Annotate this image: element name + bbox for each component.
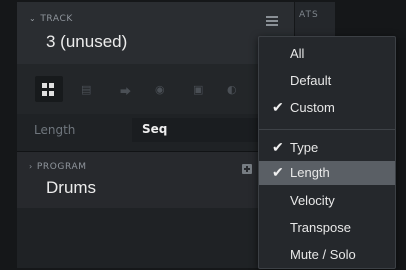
- add-icon[interactable]: [242, 164, 252, 174]
- view-toolbar: ▤ ⮕ ◉ ▣ ◐: [17, 64, 294, 114]
- program-section-text: PROGRAM: [36, 162, 87, 172]
- length-field[interactable]: Seq: [132, 118, 278, 142]
- menu-item-length[interactable]: ✔ Length: [259, 161, 395, 185]
- checkmark-icon: ✔: [272, 164, 284, 180]
- length-value: Seq: [142, 122, 168, 136]
- track-section-text: TRACK: [40, 14, 73, 24]
- list-menu-icon[interactable]: [266, 16, 278, 28]
- chevron-right-icon[interactable]: ›: [29, 162, 33, 171]
- menu-item-label: Mute / Solo: [290, 247, 356, 262]
- menu-item-mute-solo[interactable]: Mute / Solo: [259, 243, 395, 267]
- view-filter-menu: All Default ✔ Custom ✔ Type ✔ Length Vel…: [258, 36, 396, 269]
- menu-item-label: Custom: [290, 100, 335, 115]
- program-header[interactable]: › PROGRAM Drums: [17, 152, 294, 208]
- piano-roll-icon[interactable]: ▤: [81, 83, 94, 96]
- effects-icon[interactable]: ◉: [155, 83, 168, 96]
- menu-item-label: Transpose: [290, 220, 351, 235]
- menu-item-default[interactable]: Default: [259, 69, 395, 93]
- track-section-label: ⌄ TRACK: [29, 14, 73, 24]
- menu-item-label: Default: [290, 73, 332, 88]
- right-column-label: ATS: [299, 10, 319, 20]
- sampler-icon[interactable]: ▣: [193, 83, 206, 96]
- length-label: Length: [34, 123, 76, 137]
- checkmark-icon: ✔: [272, 99, 284, 115]
- right-column-header: ATS: [295, 2, 335, 38]
- menu-item-velocity[interactable]: Velocity: [259, 189, 395, 213]
- menu-item-transpose[interactable]: Transpose: [259, 216, 395, 240]
- menu-item-custom[interactable]: ✔ Custom: [259, 96, 395, 120]
- clip-icon[interactable]: ◐: [227, 83, 240, 96]
- menu-separator: [259, 129, 395, 130]
- menu-item-label: Length: [290, 165, 330, 180]
- program-name[interactable]: Drums: [46, 178, 96, 198]
- track-header[interactable]: ⌄ TRACK 3 (unused): [17, 2, 294, 64]
- track-name[interactable]: 3 (unused): [46, 32, 127, 52]
- program-section-label: › PROGRAM: [29, 162, 87, 172]
- checkmark-icon: ✔: [272, 139, 284, 155]
- grid-view-icon[interactable]: [42, 83, 55, 96]
- menu-item-label: Type: [290, 140, 319, 155]
- menu-item-label: Velocity: [290, 193, 335, 208]
- menu-item-all[interactable]: All: [259, 42, 395, 66]
- chevron-down-icon[interactable]: ⌄: [29, 14, 36, 23]
- menu-item-label: All: [290, 46, 305, 61]
- automation-icon[interactable]: ⮕: [120, 83, 133, 98]
- track-panel: ⌄ TRACK 3 (unused) ▤ ⮕ ◉ ▣ ◐ Length Seq ›…: [17, 2, 294, 268]
- menu-item-type[interactable]: ✔ Type: [259, 136, 395, 160]
